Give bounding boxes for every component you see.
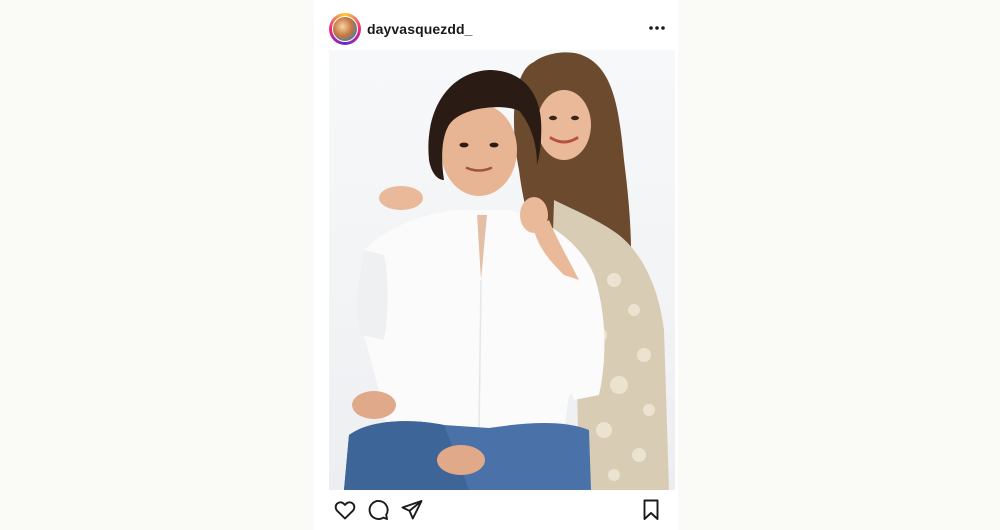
action-bar <box>314 494 678 530</box>
bookmark-icon[interactable] <box>639 498 663 522</box>
more-dots-icon[interactable] <box>648 20 666 36</box>
comment-bubble-icon[interactable] <box>366 498 390 522</box>
send-arrow-icon[interactable] <box>400 498 424 522</box>
post-header: dayvasquezdd_ <box>314 0 678 56</box>
post-username[interactable]: dayvasquezdd_ <box>367 21 473 37</box>
instagram-post: dayvasquezdd_ <box>314 0 678 530</box>
post-photo[interactable] <box>329 50 675 490</box>
avatar[interactable] <box>332 16 358 42</box>
heart-icon[interactable] <box>333 498 357 522</box>
avatar-story-ring[interactable] <box>329 13 361 45</box>
